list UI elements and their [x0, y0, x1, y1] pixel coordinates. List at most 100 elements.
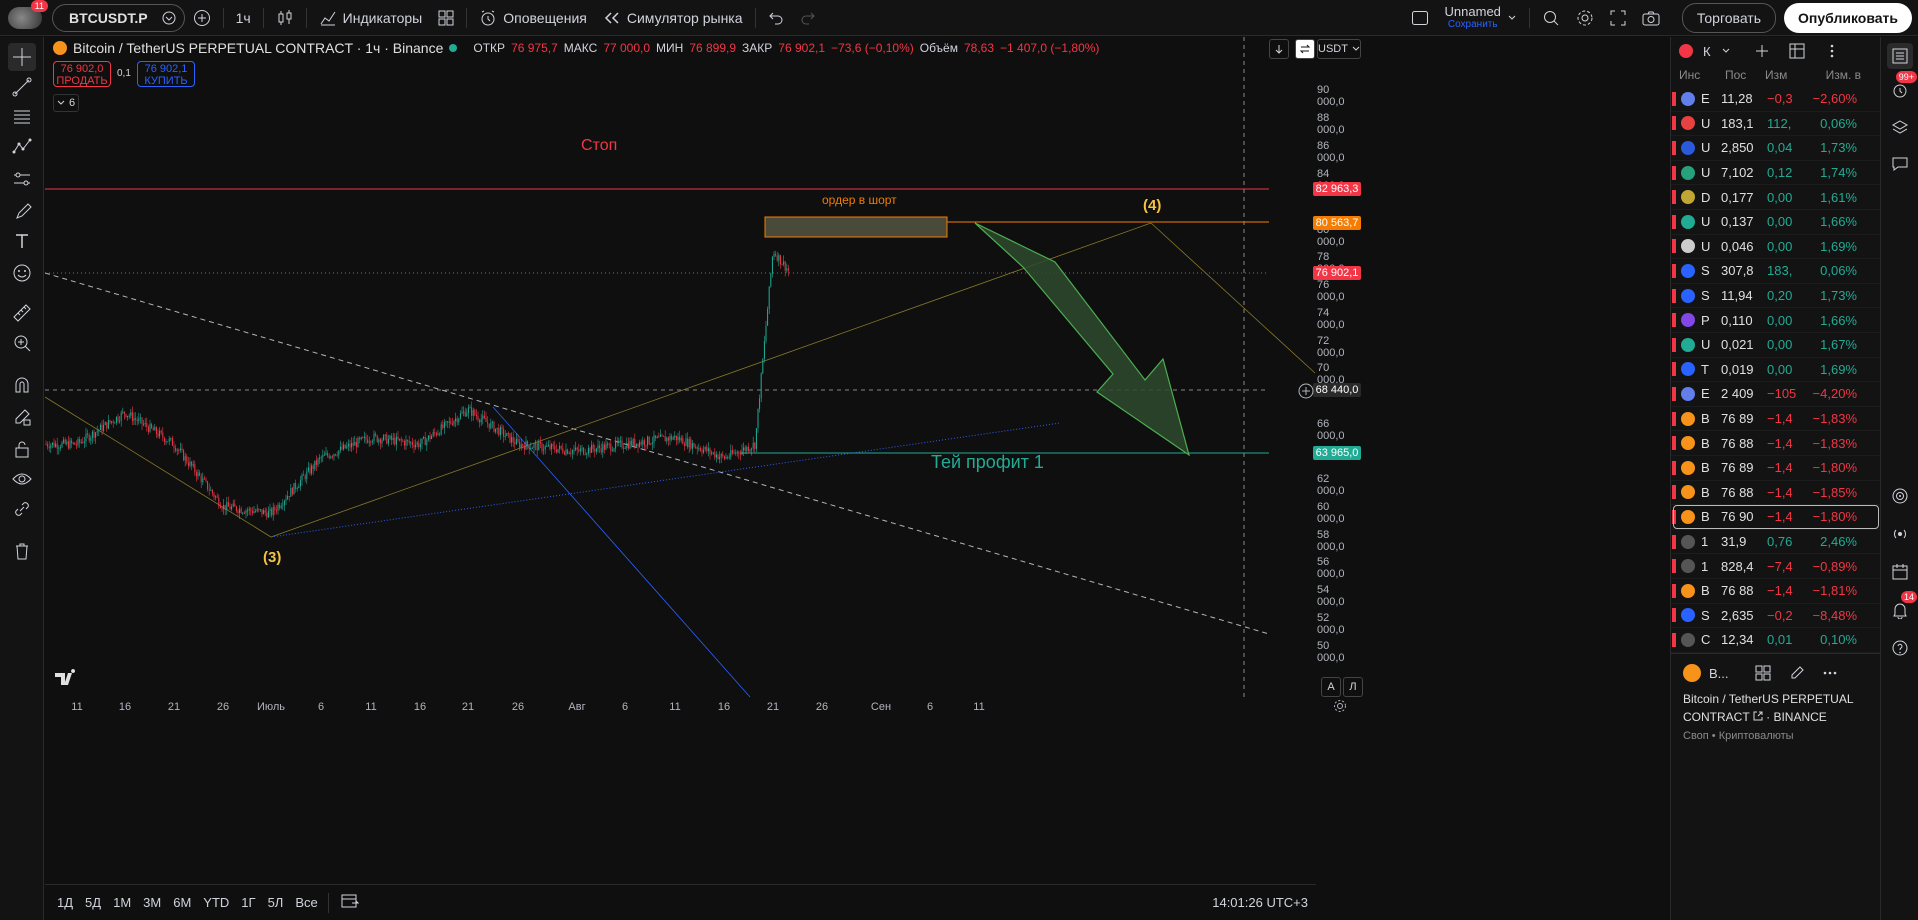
watchlist-row[interactable]: B 76 89 −1,4 −1,80% [1671, 456, 1881, 481]
watchlist-row[interactable]: C 12,34 0,01 0,10% [1671, 628, 1881, 653]
currency-select[interactable]: USDT [1317, 39, 1361, 59]
watchlist-row[interactable]: B 76 89 −1,4 −1,83% [1671, 407, 1881, 432]
layers-button[interactable] [1887, 115, 1913, 141]
hide-tool[interactable] [8, 465, 36, 493]
auto-scale-button[interactable]: A [1321, 677, 1341, 697]
watchlist-row[interactable]: U 2,850 0,04 1,73% [1671, 136, 1881, 161]
chat-button[interactable] [1887, 151, 1913, 177]
replay-button[interactable]: Симулятор рынка [595, 4, 751, 32]
delete-tool[interactable] [8, 537, 36, 565]
chart-type-button[interactable] [268, 4, 302, 32]
user-avatar[interactable]: 11 [8, 0, 48, 32]
sell-button[interactable]: 76 902,0 ПРОДАТЬ [53, 61, 111, 87]
indicators-toggle[interactable]: 6 [53, 94, 79, 112]
layout-name-button[interactable]: Unnamed Сохранить [1437, 4, 1525, 32]
watchlist-row[interactable]: E 2 409 −105 −4,20% [1671, 382, 1881, 407]
lock-tool[interactable] [8, 435, 36, 463]
col-change[interactable]: Изм [1765, 68, 1799, 82]
help-button[interactable] [1887, 635, 1913, 661]
watchlist-row[interactable]: B 76 88 −1,4 −1,85% [1671, 481, 1881, 506]
alerts-button[interactable]: Оповещения [471, 4, 595, 32]
range-button[interactable]: 3М [137, 895, 167, 910]
goto-date-button[interactable] [333, 893, 367, 912]
symbol-search-button[interactable]: BTCUSDT.P [52, 3, 185, 32]
snapshot-button[interactable] [1634, 4, 1668, 32]
watchlist-row[interactable]: T 0,019 0,00 1,69% [1671, 358, 1881, 383]
crosshair-tool[interactable] [8, 43, 36, 71]
buy-button[interactable]: 76 902,1 КУПИТЬ [137, 61, 195, 87]
compare-symbol-button[interactable] [185, 4, 219, 32]
watchlist-row[interactable]: D 0,177 0,00 1,61% [1671, 185, 1881, 210]
add-alert-plus-button[interactable] [1298, 383, 1314, 402]
range-button[interactable]: 6М [167, 895, 197, 910]
price-chart[interactable]: Стоп ордер в шорт (4) (3) Тей профит 1 [45, 37, 1316, 881]
magnet-tool[interactable] [8, 371, 36, 399]
more-icon[interactable] [1825, 44, 1839, 58]
grid-icon[interactable] [1755, 665, 1771, 681]
watchlist-row[interactable]: 1 31,9 0,76 2,46% [1671, 530, 1881, 555]
time-axis-settings-button[interactable] [1333, 699, 1347, 716]
brush-tool[interactable] [8, 197, 36, 225]
range-button[interactable]: YTD [197, 895, 235, 910]
templates-button[interactable] [430, 4, 462, 32]
watchlist-title[interactable]: К [1703, 44, 1711, 59]
calendar-button[interactable] [1887, 559, 1913, 585]
indicators-button[interactable]: Индикаторы [311, 4, 431, 32]
watchlist-row[interactable]: S 11,94 0,20 1,73% [1671, 284, 1881, 309]
emoji-tool[interactable] [8, 259, 36, 287]
forecast-tool[interactable] [8, 165, 36, 193]
target-button[interactable] [1887, 483, 1913, 509]
text-tool[interactable] [8, 227, 36, 255]
watchlist-row[interactable]: B 76 88 −1,4 −1,83% [1671, 431, 1881, 456]
external-link-icon[interactable] [1753, 711, 1763, 721]
trendline-tool[interactable] [8, 73, 36, 101]
fib-tool[interactable] [8, 103, 36, 131]
chart-pane[interactable]: Стоп ордер в шорт (4) (3) Тей профит 1 Bitco… [45, 37, 1363, 881]
legend-title[interactable]: Bitcoin / TetherUS PERPETUAL CONTRACT · … [73, 40, 443, 56]
watchlist-row[interactable]: U 7,102 0,12 1,74% [1671, 161, 1881, 186]
range-button[interactable]: 5Д [79, 895, 107, 910]
redo-button[interactable] [792, 4, 824, 32]
hotlists-button[interactable] [1887, 521, 1913, 547]
save-link[interactable]: Сохранить [1448, 18, 1498, 31]
edit-icon[interactable] [1789, 665, 1805, 681]
range-button[interactable]: 1Г [235, 895, 261, 910]
watchlist-row[interactable]: U 0,137 0,00 1,66% [1671, 210, 1881, 235]
utc-clock[interactable]: 14:01:26 UTC+3 [1212, 895, 1308, 910]
range-button[interactable]: 5Л [262, 895, 290, 910]
range-button[interactable]: 1Д [51, 895, 79, 910]
table-icon[interactable] [1789, 43, 1805, 59]
watchlist-row[interactable]: S 307,8 183, 0,06% [1671, 259, 1881, 284]
watchlist-row[interactable]: E 11,28 −0,3 −2,60% [1671, 87, 1881, 112]
quick-search-button[interactable] [1534, 4, 1568, 32]
watchlist-row[interactable]: U 0,046 0,00 1,69% [1671, 235, 1881, 260]
range-button[interactable]: 1М [107, 895, 137, 910]
watchlist-row[interactable]: U 0,021 0,00 1,67% [1671, 333, 1881, 358]
link-tool[interactable] [8, 495, 36, 523]
plus-icon[interactable] [1755, 44, 1769, 58]
col-last[interactable]: Пос [1725, 68, 1765, 82]
settings-button[interactable] [1568, 4, 1602, 32]
trade-button[interactable]: Торговать [1681, 2, 1777, 33]
watchlist-row[interactable]: B 76 90 −1,4 −1,80% [1671, 505, 1881, 530]
zoom-tool[interactable] [8, 329, 36, 357]
alerts-panel-button[interactable]: 99+ [1887, 71, 1917, 103]
layout-checkbox[interactable] [1403, 4, 1437, 32]
watchlist-row[interactable]: U 183,1 112, 0,06% [1671, 112, 1881, 137]
watchlist-row[interactable]: B 76 88 −1,4 −1,81% [1671, 579, 1881, 604]
undo-button[interactable] [760, 4, 792, 32]
fullscreen-button[interactable] [1602, 4, 1634, 32]
col-symbol[interactable]: Инс [1679, 68, 1725, 82]
col-change-pct[interactable]: Изм. в [1799, 68, 1869, 82]
watchlist-row[interactable]: P 0,110 0,00 1,66% [1671, 308, 1881, 333]
more-icon[interactable] [1823, 666, 1837, 680]
notifications-button[interactable]: 14 [1887, 591, 1917, 623]
scroll-down-button[interactable] [1269, 39, 1289, 59]
sync-button[interactable] [1295, 39, 1315, 59]
keep-drawing-tool[interactable] [8, 403, 36, 431]
range-button[interactable]: Все [289, 895, 323, 910]
interval-button[interactable]: 1ч [228, 4, 259, 32]
patterns-tool[interactable] [8, 133, 36, 161]
ruler-tool[interactable] [8, 299, 36, 327]
watchlist-row[interactable]: S 2,635 −0,2 −8,48% [1671, 604, 1881, 629]
